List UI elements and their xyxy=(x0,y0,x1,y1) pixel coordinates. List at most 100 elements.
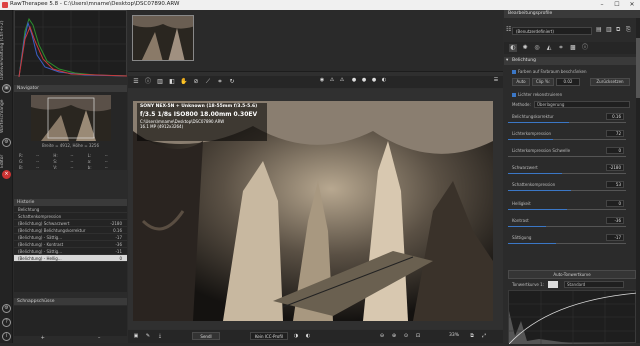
right-panel-scrollbar[interactable] xyxy=(636,18,640,343)
slider-value[interactable]: 0.16 xyxy=(606,113,624,120)
history-row-selected[interactable]: (Belichtung) - Hellig... 0 xyxy=(14,255,127,262)
hide-left-panel-icon[interactable]: ☰ xyxy=(132,78,140,86)
tab-detail-icon[interactable]: ✺ xyxy=(521,44,529,52)
navigator-thumbnail[interactable] xyxy=(31,95,111,141)
auto-tone-curve-button[interactable]: Auto-Tonwertkurve xyxy=(508,270,636,279)
batch-queue-button[interactable]: Sendl xyxy=(192,332,220,340)
zoom-fit-icon[interactable]: ⊡ xyxy=(414,332,422,340)
open-profile-icon[interactable]: ▤ xyxy=(596,27,602,33)
zoom-100-icon[interactable]: ⊙ xyxy=(402,332,410,340)
remove-snapshot-button[interactable]: – xyxy=(98,336,101,343)
crop-icon[interactable]: ⌗ xyxy=(216,78,224,86)
close-button[interactable]: ✕ xyxy=(625,0,639,10)
channel-r-icon[interactable]: ● xyxy=(350,78,358,86)
hide-right-panel-icon[interactable]: ☰ xyxy=(492,78,500,86)
history-row[interactable]: (Belichtung) Belichtungskorrektur 0.16 xyxy=(14,227,127,234)
save-icon[interactable]: ⤓ xyxy=(156,332,164,340)
slider-track[interactable] xyxy=(508,226,626,227)
tab-color-icon[interactable]: ◎ xyxy=(533,44,541,52)
zoom-out-icon[interactable]: ⊖ xyxy=(378,332,386,340)
tab-editor[interactable]: Editor xyxy=(0,154,12,168)
slider-track[interactable] xyxy=(508,243,626,244)
profile-dropdown[interactable]: (Benutzerdefiniert) xyxy=(512,27,592,35)
clip-value[interactable]: 0.02 xyxy=(556,78,580,86)
fullscreen-icon[interactable]: ⤢ xyxy=(480,332,488,340)
clip-button[interactable]: Clip %: xyxy=(532,78,554,86)
profile-list-icon[interactable]: ☷ xyxy=(506,27,511,33)
warning-icon[interactable]: ⚠ xyxy=(328,78,336,86)
reset-button[interactable]: Zurücksetzen xyxy=(590,78,630,86)
history-row[interactable]: Schattenkompression xyxy=(14,213,127,220)
focus-mask-icon[interactable]: ◉ xyxy=(318,78,326,86)
tab-transform-icon[interactable]: ⌗ xyxy=(557,44,565,52)
channel-l-icon[interactable]: ◐ xyxy=(380,78,388,86)
output-icon[interactable]: ◑ xyxy=(292,332,300,340)
info-icon[interactable]: ⓘ xyxy=(144,78,152,86)
new-window-icon[interactable]: ⧉ xyxy=(468,332,476,340)
curve-edit-button[interactable] xyxy=(548,281,558,288)
minimize-button[interactable]: – xyxy=(595,0,609,10)
history-row[interactable]: (Belichtung) - Sättig... -11 xyxy=(14,248,127,255)
add-snapshot-button[interactable]: + xyxy=(41,336,45,343)
tab-queue[interactable]: Warteschlange xyxy=(0,96,12,136)
white-balance-icon[interactable]: ⊘ xyxy=(192,78,200,86)
slider-value[interactable]: -36 xyxy=(606,217,624,224)
clip-colors-checkbox[interactable]: Farben auf Farbraum beschränken xyxy=(508,67,630,76)
slider-track[interactable] xyxy=(508,173,626,174)
slider-value[interactable]: 0 xyxy=(606,147,624,154)
tab-exposure-icon[interactable]: ◐ xyxy=(509,44,517,52)
folder-icon[interactable]: ▣ xyxy=(2,84,11,93)
tab-raw-icon[interactable]: ▩ xyxy=(569,44,577,52)
split-view-icon[interactable]: ◧ xyxy=(168,78,176,86)
transform-icon[interactable]: ↻ xyxy=(228,78,236,86)
history-row[interactable]: (Belichtung) - Sättig... -17 xyxy=(14,234,127,241)
image-canvas[interactable]: SONY NEX-5N + Unknown (18-55mm f/3.5-5.6… xyxy=(128,89,503,329)
highlight-reconstruction-checkbox[interactable]: Lichter rekonstruieren xyxy=(508,90,630,99)
filmstrip-thumbnail[interactable] xyxy=(132,15,194,61)
preview-image[interactable]: SONY NEX-5N + Unknown (18-55mm f/3.5-5.6… xyxy=(133,101,493,321)
section-collapse-icon[interactable]: ▾ xyxy=(506,57,508,65)
history-row[interactable]: (Belichtung) - Kontrast -36 xyxy=(14,241,127,248)
tone-curve-mode-dropdown[interactable]: Standard xyxy=(564,281,624,288)
settings-icon[interactable]: ⚙ xyxy=(2,304,11,313)
method-dropdown[interactable]: Überlagerung xyxy=(534,101,630,108)
gear-icon[interactable]: ⚙ xyxy=(2,138,11,147)
slider-value[interactable]: 0 xyxy=(606,200,624,207)
scrollbar-thumb[interactable] xyxy=(636,38,640,98)
save-profile-icon[interactable]: ▥ xyxy=(606,27,612,33)
before-after-icon[interactable]: ▥ xyxy=(156,78,164,86)
slider-value[interactable]: -2180 xyxy=(606,164,624,171)
tone-curve-editor[interactable] xyxy=(508,290,638,345)
slider-value[interactable]: 53 xyxy=(606,181,624,188)
exposure-section-header[interactable]: ▾ Belichtung xyxy=(504,57,640,65)
tab-advanced-icon[interactable]: ◭ xyxy=(545,44,553,52)
copy-profile-icon[interactable]: ⧉ xyxy=(616,27,620,33)
slider-track[interactable] xyxy=(508,156,626,157)
gamut-icon[interactable]: ◐ xyxy=(304,332,312,340)
slider-value[interactable]: 72 xyxy=(606,130,624,137)
warning-shadow-icon[interactable]: ⚠ xyxy=(338,78,346,86)
tab-file-browser[interactable]: Dateiverwaltung (Ctrl+F2) xyxy=(0,21,12,80)
icc-profile-dropdown[interactable]: Kein ICC-Profil xyxy=(250,332,288,340)
edit-icon[interactable]: ✎ xyxy=(144,332,152,340)
slider-track[interactable] xyxy=(508,209,626,210)
snapshots-header[interactable]: Schnappschüsse xyxy=(14,298,127,305)
paste-profile-icon[interactable]: ⎘ xyxy=(626,27,631,33)
zoom-in-icon[interactable]: ⊕ xyxy=(390,332,398,340)
history-row[interactable]: Belichtung xyxy=(14,206,127,213)
editor-icon[interactable]: × xyxy=(2,170,11,179)
navigator-header[interactable]: Navigator xyxy=(14,85,127,92)
help-icon[interactable]: ? xyxy=(2,318,11,327)
preview-icon[interactable]: ▣ xyxy=(132,332,140,340)
slider-track[interactable] xyxy=(508,190,626,191)
history-header[interactable]: Historie xyxy=(14,199,127,206)
maximize-button[interactable]: ☐ xyxy=(610,0,624,10)
tab-metadata-icon[interactable]: ⓘ xyxy=(581,44,589,52)
processing-profiles-header[interactable]: Bearbeitungsprofile xyxy=(504,10,640,18)
history-row[interactable]: (Belichtung) Schwarzwert -2180 xyxy=(14,220,127,227)
info-icon[interactable]: i xyxy=(2,332,11,341)
auto-button[interactable]: Auto xyxy=(512,78,530,86)
slider-track[interactable] xyxy=(508,139,626,140)
hand-tool-icon[interactable]: ✋ xyxy=(180,78,188,86)
slider-value[interactable]: -17 xyxy=(606,234,624,241)
